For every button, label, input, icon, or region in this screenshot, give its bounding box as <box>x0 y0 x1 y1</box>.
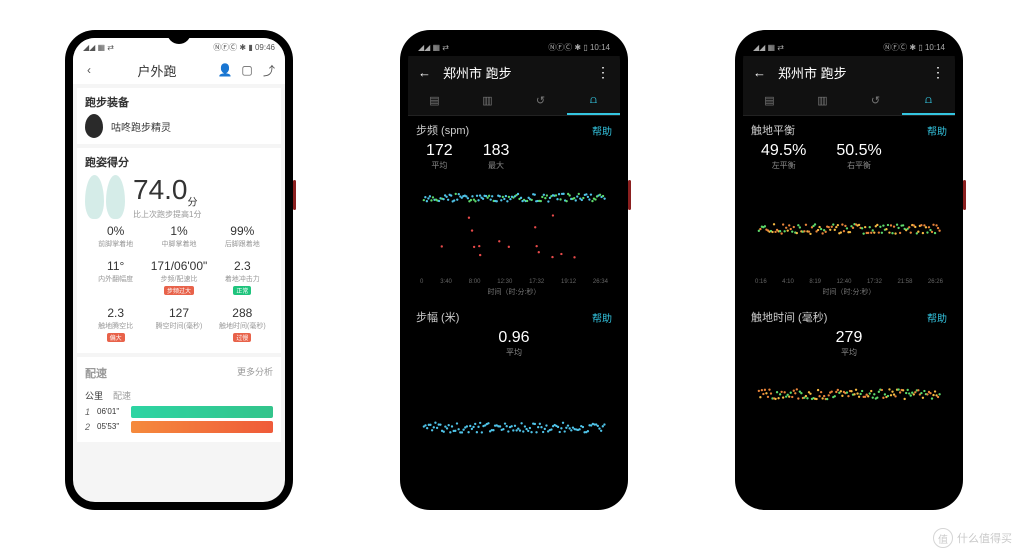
footprint-icon <box>85 175 125 219</box>
back-icon[interactable]: ← <box>418 65 431 80</box>
posture-score: 74.0分 <box>133 174 198 205</box>
chart-title: 触地时间 (毫秒) <box>751 309 827 325</box>
metric: 2.3触地腾空比偏大 <box>85 302 146 347</box>
help-link[interactable]: 帮助 <box>592 310 612 325</box>
pace-card: 配速 更多分析 公里 配速 1 06'01" 2 05'53" <box>77 357 281 442</box>
device-section-title: 跑步装备 <box>85 94 273 110</box>
chart-title: 步幅 (米) <box>416 309 459 325</box>
metric: 288触地时间(毫秒)过慢 <box>212 302 273 347</box>
gct-chart: 触地时间 (毫秒) 帮助 279平均 <box>743 303 955 452</box>
tab-2[interactable]: ▥ <box>796 88 849 115</box>
device-icon <box>85 114 103 138</box>
metric: 2.3着地冲击力正常 <box>212 255 273 300</box>
user-icon[interactable]: 👤 <box>217 62 233 78</box>
share-icon[interactable]: ⤴ <box>261 62 277 78</box>
status-left: ◢◢ ▦ ⇄ <box>753 43 784 52</box>
posture-card: 跑姿得分 74.0分 比上次跑步提高1分 0%前脚掌着地1%中脚掌着地99%后脚… <box>77 148 281 353</box>
tab-pace[interactable]: 配速 <box>113 389 131 402</box>
metric: 1%中脚掌着地 <box>148 220 209 253</box>
status-right: ⓃⒻⒸ ✱ ▯ 10:14 <box>883 42 945 53</box>
app-header: ← 郑州市 跑步 ⋮ <box>408 56 620 88</box>
more-icon[interactable]: ⋮ <box>596 64 610 81</box>
tab-bar: ▤ ▥ ↺ ⩍ <box>408 88 620 116</box>
chart-canvas <box>416 179 612 279</box>
pace-title: 配速 <box>85 365 107 381</box>
cadence-chart: 步频 (spm) 帮助 172平均 183最大 03:408:0012:3017… <box>408 116 620 303</box>
tab-1[interactable]: ▤ <box>408 88 461 115</box>
tab-km[interactable]: 公里 <box>85 389 103 402</box>
watermark: 值 什么值得买 <box>933 528 1012 548</box>
posture-note: 比上次跑步提高1分 <box>133 209 201 220</box>
tab-2[interactable]: ▥ <box>461 88 514 115</box>
chart-title: 步频 (spm) <box>416 122 469 138</box>
chart-title: 触地平衡 <box>751 122 795 138</box>
power-button <box>628 180 631 210</box>
status-right: ⓃⒻⒸ ✱ ▯ 10:14 <box>548 42 610 53</box>
pace-tabs: 公里 配速 <box>85 389 273 402</box>
status-left: ◢◢ ▦ ⇄ <box>418 43 449 52</box>
tab-3[interactable]: ↺ <box>849 88 902 115</box>
help-link[interactable]: 帮助 <box>927 123 947 138</box>
power-button <box>963 180 966 210</box>
metric: 0%前脚掌着地 <box>85 220 146 253</box>
tab-4[interactable]: ⩍ <box>902 88 955 115</box>
tab-4[interactable]: ⩍ <box>567 88 620 115</box>
chart-canvas <box>751 179 947 279</box>
back-icon[interactable]: ‹ <box>81 62 97 78</box>
power-button <box>293 180 296 210</box>
page-title: 郑州市 跑步 <box>778 63 931 82</box>
tab-1[interactable]: ▤ <box>743 88 796 115</box>
pace-row: 1 06'01" <box>85 406 273 418</box>
app-header: ← 郑州市 跑步 ⋮ <box>743 56 955 88</box>
screen: ◢◢ ▦ ⇄ ⓃⒻⒸ ✱ ▯ 10:14 ← 郑州市 跑步 ⋮ ▤ ▥ ↺ ⩍ … <box>408 38 620 502</box>
tab-3[interactable]: ↺ <box>514 88 567 115</box>
pace-bar <box>131 421 273 433</box>
pace-row: 2 05'53" <box>85 421 273 433</box>
metrics-grid: 0%前脚掌着地1%中脚掌着地99%后脚跟着地 11°内外翻幅度171/06'00"… <box>85 220 273 347</box>
status-right: ⓃⒻⒸ ✱ ▮ 09:46 <box>213 42 275 53</box>
device-card: 跑步装备 咕咚跑步精灵 <box>77 88 281 144</box>
balance-chart: 触地平衡 帮助 49.5%左平衡 50.5%右平衡 0:164:108:1912… <box>743 116 955 303</box>
screen: ◢◢ ▦ ⇄ ⓃⒻⒸ ✱ ▯ 10:14 ← 郑州市 跑步 ⋮ ▤ ▥ ↺ ⩍ … <box>743 38 955 502</box>
metric: 127腾空时间(毫秒) <box>148 302 209 347</box>
pace-bar <box>131 406 273 418</box>
posture-section-title: 跑姿得分 <box>85 154 273 170</box>
device-name: 咕咚跑步精灵 <box>111 119 171 134</box>
help-link[interactable]: 帮助 <box>592 123 612 138</box>
chart-canvas <box>751 366 947 446</box>
more-link[interactable]: 更多分析 <box>237 365 273 385</box>
status-left: ◢◢ ▦ ⇄ <box>83 43 114 52</box>
phone-left: ◢◢ ▦ ⇄ ⓃⒻⒸ ✱ ▮ 09:46 ‹ 户外跑 👤 ▢ ⤴ 跑步装备 咕咚… <box>65 30 293 510</box>
chart-canvas <box>416 366 612 446</box>
metric: 171/06'00"步频/配速比步频过大 <box>148 255 209 300</box>
metric: 11°内外翻幅度 <box>85 255 146 300</box>
phone-middle: ◢◢ ▦ ⇄ ⓃⒻⒸ ✱ ▯ 10:14 ← 郑州市 跑步 ⋮ ▤ ▥ ↺ ⩍ … <box>400 30 628 510</box>
watermark-icon: 值 <box>933 528 953 548</box>
page-title: 郑州市 跑步 <box>443 63 596 82</box>
more-icon[interactable]: ⋮ <box>931 64 945 81</box>
camera-icon[interactable]: ▢ <box>239 62 255 78</box>
help-link[interactable]: 帮助 <box>927 310 947 325</box>
back-icon[interactable]: ← <box>753 65 766 80</box>
screen: ◢◢ ▦ ⇄ ⓃⒻⒸ ✱ ▮ 09:46 ‹ 户外跑 👤 ▢ ⤴ 跑步装备 咕咚… <box>73 38 285 502</box>
metric: 99%后脚跟着地 <box>212 220 273 253</box>
app-header: ‹ 户外跑 👤 ▢ ⤴ <box>73 56 285 84</box>
stride-chart: 步幅 (米) 帮助 0.96平均 <box>408 303 620 452</box>
phone-right: ◢◢ ▦ ⇄ ⓃⒻⒸ ✱ ▯ 10:14 ← 郑州市 跑步 ⋮ ▤ ▥ ↺ ⩍ … <box>735 30 963 510</box>
tab-bar: ▤ ▥ ↺ ⩍ <box>743 88 955 116</box>
page-title: 户外跑 <box>103 61 211 80</box>
